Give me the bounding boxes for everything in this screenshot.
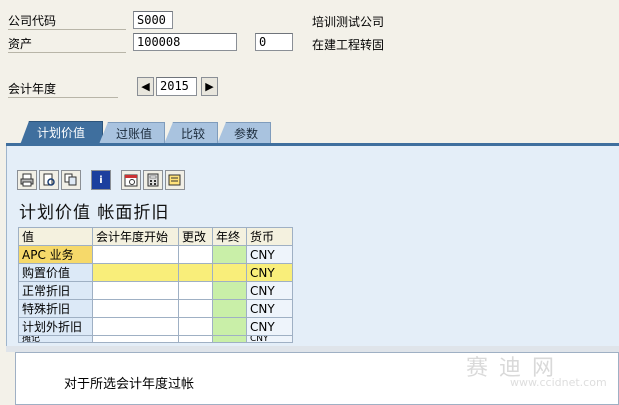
cell-end[interactable]	[212, 281, 247, 300]
company-code-label: 公司代码	[8, 14, 57, 28]
row-label[interactable]: 摊记	[18, 335, 93, 343]
copy-icon[interactable]	[61, 170, 81, 190]
asset-label-underline	[8, 52, 126, 53]
info-icon[interactable]: i	[91, 170, 111, 190]
print-icon[interactable]	[17, 170, 37, 190]
column-header-change[interactable]: 更改	[178, 227, 213, 246]
tab-planned-values[interactable]: 计划价值	[20, 121, 103, 145]
table-row: 购置价值 CNY	[18, 263, 293, 282]
row-label[interactable]: 正常折旧	[18, 281, 93, 300]
cell-start[interactable]	[92, 317, 179, 336]
cell-change[interactable]	[178, 263, 213, 282]
cell-change[interactable]	[178, 299, 213, 318]
planned-values-panel: i 计划价值 帐面折旧 值 会计年度开始 更改 年终 货币 APC 业务 CNY	[6, 146, 619, 346]
fiscal-year-label-underline	[8, 97, 118, 98]
table-row: 特殊折旧 CNY	[18, 299, 293, 318]
cell-currency: CNY	[246, 245, 293, 264]
fiscal-year-label: 会计年度	[8, 82, 57, 96]
cell-start[interactable]	[92, 263, 179, 282]
cell-currency: CNY	[246, 281, 293, 300]
cell-currency: CNY	[246, 317, 293, 336]
table-row: 计划外折旧 CNY	[18, 317, 293, 336]
arrow-right-icon: ▶	[205, 80, 214, 93]
cell-end[interactable]	[212, 335, 247, 343]
table-row: 摊记 CNY	[18, 335, 293, 343]
cell-start[interactable]	[92, 299, 179, 318]
tab-parameters[interactable]: 参数	[217, 122, 271, 144]
panel-toolbar: i	[17, 170, 185, 190]
cell-currency: CNY	[246, 299, 293, 318]
cell-start[interactable]	[92, 335, 179, 343]
print-preview-icon[interactable]	[39, 170, 59, 190]
cell-change[interactable]	[178, 245, 213, 264]
company-name-text: 培训测试公司	[312, 15, 385, 29]
cell-currency: CNY	[246, 263, 293, 282]
cell-end[interactable]	[212, 317, 247, 336]
message-text: 对于所选会计年度过帐	[64, 377, 195, 392]
cell-change[interactable]	[178, 335, 213, 343]
table-header-row: 值 会计年度开始 更改 年终 货币	[18, 227, 293, 246]
table-row: 正常折旧 CNY	[18, 281, 293, 300]
tab-posted-values[interactable]: 过账值	[99, 122, 165, 144]
cell-change[interactable]	[178, 317, 213, 336]
row-label[interactable]: APC 业务	[18, 245, 93, 264]
row-label[interactable]: 购置价值	[18, 263, 93, 282]
cell-end[interactable]	[212, 245, 247, 264]
column-header-fiscal-year-start[interactable]: 会计年度开始	[92, 227, 179, 246]
cell-start[interactable]	[92, 281, 179, 300]
cell-end[interactable]	[212, 299, 247, 318]
values-table: 值 会计年度开始 更改 年终 货币 APC 业务 CNY 购置价值 CNY 正常…	[18, 227, 293, 343]
cell-change[interactable]	[178, 281, 213, 300]
arrow-left-icon: ◀	[141, 80, 150, 93]
company-code-label-underline	[8, 29, 126, 30]
next-year-button[interactable]: ▶	[201, 77, 218, 96]
note-icon[interactable]	[165, 170, 185, 190]
calendar-icon[interactable]	[121, 170, 141, 190]
column-header-currency[interactable]: 货币	[246, 227, 293, 246]
row-label[interactable]: 特殊折旧	[18, 299, 93, 318]
asset-label: 资产	[8, 37, 33, 51]
watermark-url: www.ccidnet.com	[510, 376, 607, 389]
calculator-icon[interactable]	[143, 170, 163, 190]
previous-year-button[interactable]: ◀	[137, 77, 154, 96]
table-row: APC 业务 CNY	[18, 245, 293, 264]
tab-comparison[interactable]: 比较	[164, 122, 218, 144]
row-label[interactable]: 计划外折旧	[18, 317, 93, 336]
asset-subnumber-field[interactable]: 0	[255, 33, 293, 51]
panel-title: 计划价值 帐面折旧	[19, 203, 170, 223]
asset-description-text: 在建工程转固	[312, 38, 385, 52]
column-header-year-end[interactable]: 年终	[212, 227, 247, 246]
cell-currency: CNY	[246, 335, 293, 343]
company-code-field[interactable]: S000	[133, 11, 173, 29]
cell-end[interactable]	[212, 263, 247, 282]
cell-start[interactable]	[92, 245, 179, 264]
asset-number-field[interactable]: 100008	[133, 33, 237, 51]
info-glyph: i	[99, 174, 103, 186]
fiscal-year-field[interactable]: 2015	[156, 77, 197, 96]
column-header-value[interactable]: 值	[18, 227, 93, 246]
